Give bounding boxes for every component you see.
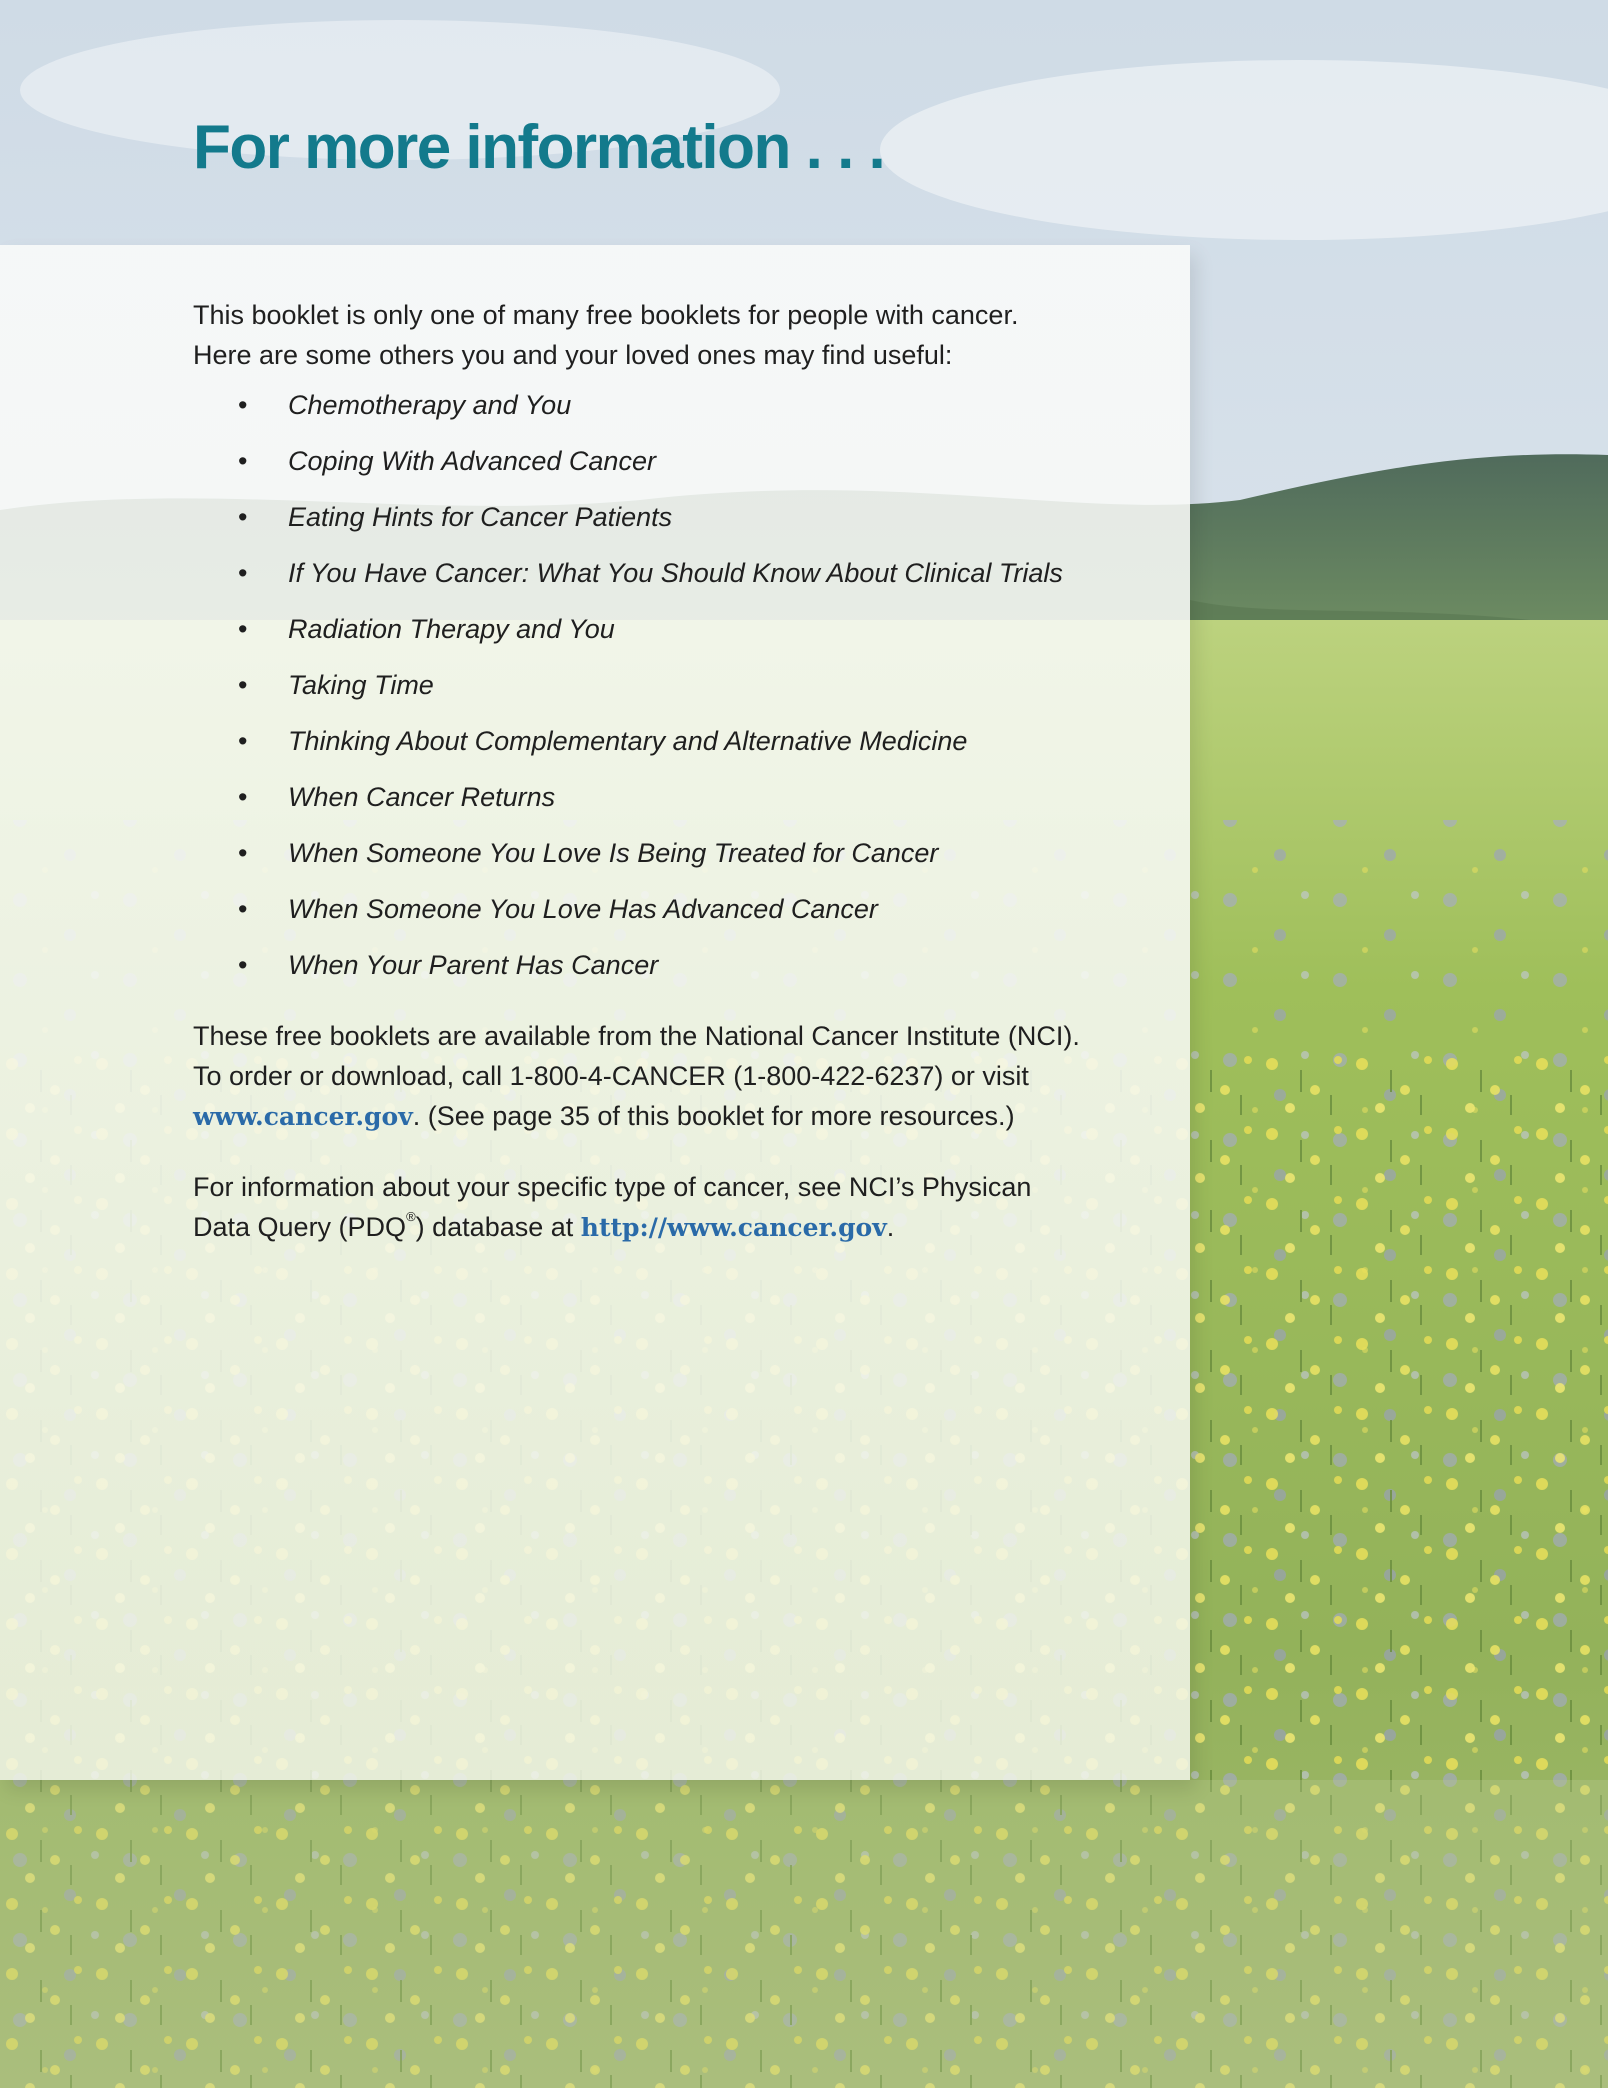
list-item: • When Cancer Returns — [193, 777, 1093, 833]
list-item: • When Someone You Love Is Being Treated … — [193, 833, 1093, 889]
list-item: • Radiation Therapy and You — [193, 609, 1093, 665]
booklet-title: Chemotherapy and You — [288, 390, 572, 420]
list-item: • When Someone You Love Has Advanced Canc… — [193, 889, 1093, 945]
bullet-icon: • — [238, 390, 248, 420]
cancer-gov-link[interactable]: www.cancer.gov — [193, 1102, 413, 1131]
availability-text-end: . (See page 35 of this booklet for more … — [412, 1101, 1015, 1131]
list-item: • Thinking About Complementary and Altern… — [193, 721, 1093, 777]
bullet-icon: • — [238, 558, 248, 588]
list-item: • If You Have Cancer: What You Should Kno… — [193, 553, 1093, 609]
intro-line-1: This booklet is only one of many free bo… — [193, 300, 1019, 330]
list-item: • Eating Hints for Cancer Patients — [193, 497, 1093, 553]
bullet-icon: • — [238, 726, 248, 756]
intro-paragraph: This booklet is only one of many free bo… — [193, 295, 1093, 375]
booklet-title: Thinking About Complementary and Alterna… — [288, 726, 968, 756]
pdq-text-end: . — [886, 1212, 895, 1242]
bullet-icon: • — [238, 838, 248, 868]
pdq-link[interactable]: http://www.cancer.gov — [581, 1213, 887, 1242]
bullet-icon: • — [238, 782, 248, 812]
page-title: For more information . . . — [193, 113, 886, 182]
booklet-title: Eating Hints for Cancer Patients — [288, 502, 673, 532]
registered-mark: ® — [406, 1209, 416, 1224]
booklet-title: When Someone You Love Is Being Treated f… — [288, 838, 939, 868]
list-item: • When Your Parent Has Cancer — [193, 945, 1093, 1001]
bullet-icon: • — [238, 670, 248, 700]
intro-line-2: Here are some others you and your loved … — [193, 340, 953, 370]
bullet-icon: • — [238, 502, 248, 532]
pdq-text-mid: ) database at — [415, 1212, 581, 1242]
bullet-icon: • — [238, 614, 248, 644]
booklet-title: When Your Parent Has Cancer — [288, 950, 659, 980]
booklet-title: If You Have Cancer: What You Should Know… — [288, 558, 1063, 588]
booklet-title: When Someone You Love Has Advanced Cance… — [288, 894, 878, 924]
list-item: • Coping With Advanced Cancer — [193, 441, 1093, 497]
booklet-title: Radiation Therapy and You — [288, 614, 615, 644]
booklet-title: Taking Time — [288, 670, 434, 700]
main-content: This booklet is only one of many free bo… — [193, 295, 1093, 1248]
bullet-icon: • — [238, 446, 248, 476]
list-item: • Taking Time — [193, 665, 1093, 721]
list-item: • Chemotherapy and You — [193, 385, 1093, 441]
booklet-list: • Chemotherapy and You • Coping With Advan… — [193, 385, 1093, 1001]
bullet-icon: • — [238, 894, 248, 924]
bullet-icon: • — [238, 950, 248, 980]
availability-paragraph: These free booklets are available from t… — [193, 1016, 1093, 1137]
pdq-paragraph: For information about your specific type… — [193, 1167, 1093, 1248]
booklet-title: When Cancer Returns — [288, 782, 556, 812]
booklet-title: Coping With Advanced Cancer — [288, 446, 656, 476]
availability-text: These free booklets are available from t… — [193, 1021, 1080, 1091]
page: For more information . . . This booklet … — [0, 0, 1608, 2088]
